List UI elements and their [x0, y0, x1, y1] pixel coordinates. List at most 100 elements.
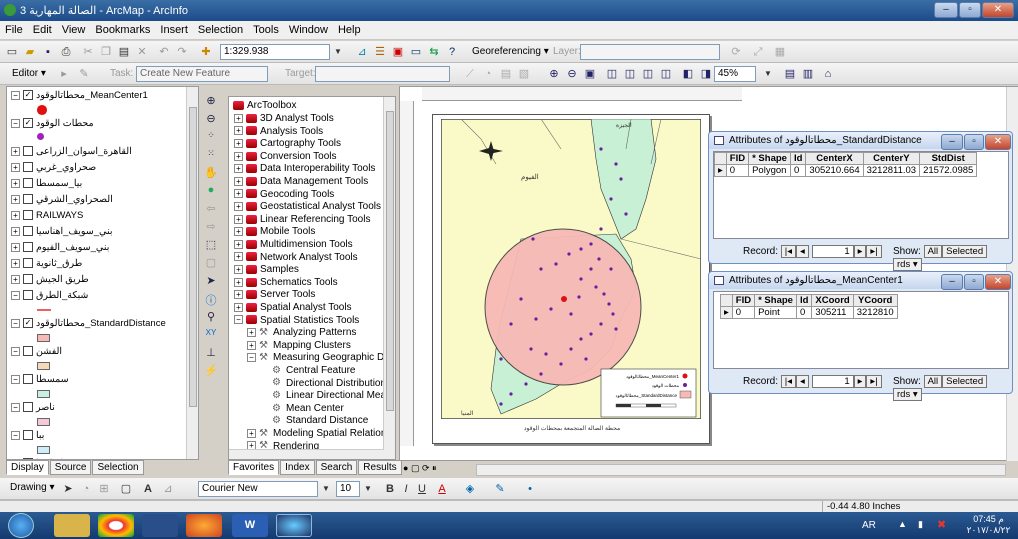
last-record-button[interactable]: ▸| — [866, 245, 882, 258]
scale-dropdown-icon[interactable]: ▼ — [330, 44, 346, 60]
record-number-input[interactable]: 1 — [811, 375, 854, 388]
layer-visibility-checkbox[interactable] — [23, 290, 33, 301]
toolbox-item[interactable]: − ⚒ Measuring Geographic Dist — [247, 352, 394, 365]
toc-scrollbar[interactable] — [186, 87, 198, 459]
toc-layer-row[interactable]: − ✓ محطاتالوقود_MeanCenter1 — [11, 89, 148, 103]
toc-layer-row[interactable]: + القاهرة_اسوان_الزراعى — [11, 145, 132, 159]
toolbox-item[interactable]: + Data Interoperability Tools — [234, 163, 375, 176]
split-tool-icon[interactable]: ⟋ — [462, 66, 478, 82]
edit-vertices-icon[interactable]: ⊿ — [160, 481, 176, 497]
col-id[interactable]: Id — [795, 294, 813, 307]
clear-selection-icon[interactable]: ▢ — [201, 256, 221, 271]
expand-icon[interactable]: + — [234, 113, 243, 123]
layer-visibility-checkbox[interactable] — [23, 346, 33, 357]
show-selected-button[interactable]: Selected — [942, 375, 988, 388]
layer-visibility-checkbox[interactable]: ✓ — [23, 118, 33, 129]
toolbox-item[interactable]: + Geostatistical Analyst Tools — [234, 201, 381, 214]
toc-layer-row[interactable]: + بني_سويف_الفيوم — [11, 241, 109, 255]
show-hidden-icons-icon[interactable]: ▲ — [898, 519, 907, 529]
toc-layer-row[interactable]: − شبكة_الطرق — [11, 289, 88, 303]
expand-icon[interactable]: + — [234, 290, 243, 300]
col-shape[interactable]: * Shape — [748, 152, 791, 165]
find-icon[interactable]: ⚲ — [201, 310, 221, 325]
attributes-mc-close[interactable]: ✕ — [985, 274, 1011, 290]
zoom-whole-page-icon[interactable]: ▣ — [582, 66, 598, 82]
tab-favorites[interactable]: Favorites — [228, 460, 280, 475]
zoom-in-fixed-icon[interactable]: ⊕ — [546, 66, 562, 82]
select-features-icon[interactable]: ⬚ — [201, 238, 221, 253]
expand-icon[interactable]: + — [234, 139, 243, 149]
toolbox-item[interactable]: + Network Analyst Tools — [234, 252, 358, 265]
expand-icon[interactable]: − — [234, 315, 243, 325]
sketch-tool-icon[interactable]: ✎ — [76, 66, 92, 82]
expand-icon[interactable]: + — [11, 274, 20, 284]
expand-icon[interactable]: − — [11, 90, 20, 100]
save-icon[interactable]: ▪ — [40, 44, 56, 60]
action-center-icon[interactable]: ✖ — [937, 518, 946, 531]
arctoolbox-icon[interactable]: ▣ — [390, 44, 406, 60]
arcmap-taskbar-icon[interactable] — [276, 514, 312, 537]
italic-icon[interactable]: I — [398, 481, 414, 497]
previous-record-button[interactable]: ◂ — [796, 245, 809, 258]
word-taskbar-icon[interactable]: W — [232, 514, 268, 537]
toolbox-item[interactable]: ⚙ Linear Directional Mean — [260, 390, 392, 403]
col-ycoord[interactable]: YCoord — [852, 294, 898, 307]
font-size-select[interactable]: 10 — [336, 481, 360, 497]
expand-icon[interactable]: + — [234, 277, 243, 287]
toolbox-item[interactable]: + ⚒ Modeling Spatial Relationsl — [247, 428, 394, 441]
expand-icon[interactable]: + — [11, 162, 20, 172]
explorer-taskbar-icon[interactable] — [54, 514, 90, 537]
task-select[interactable]: Create New Feature — [136, 66, 268, 82]
measure-icon[interactable]: ⊥ — [201, 346, 221, 361]
fill-color-icon[interactable]: ◈ — [462, 481, 478, 497]
expand-icon[interactable]: + — [11, 242, 20, 252]
menu-insert[interactable]: Insert — [155, 21, 193, 36]
open-folder-icon[interactable]: ▰ — [22, 44, 38, 60]
toc-layer-row[interactable]: + طرق_ثانوية — [11, 257, 82, 271]
attributes-sd-minimize[interactable]: – — [941, 134, 963, 150]
toolbox-item[interactable]: + Mobile Tools — [234, 226, 315, 239]
delete-icon[interactable]: ✕ — [134, 44, 150, 60]
sketch-properties-icon[interactable]: ▧ — [516, 66, 532, 82]
expand-icon[interactable]: + — [234, 239, 243, 249]
toc-layer-row[interactable]: − ببا — [11, 429, 44, 443]
back-icon[interactable]: ⇦ — [201, 202, 221, 217]
layer-visibility-checkbox[interactable]: ✓ — [23, 90, 33, 101]
menu-help[interactable]: Help — [333, 21, 366, 36]
expand-icon[interactable]: − — [11, 346, 20, 356]
toolbox-item[interactable]: + ⚒ Analyzing Patterns — [247, 327, 356, 340]
toolbox-item[interactable]: ⚙ Directional Distribution — [260, 378, 386, 391]
layer-visibility-checkbox[interactable] — [23, 430, 33, 441]
toc-layer-row[interactable]: + RAILWAYS — [11, 209, 83, 223]
expand-icon[interactable]: + — [234, 265, 243, 275]
layer-visibility-checkbox[interactable] — [23, 242, 33, 253]
zoom-to-selected-icon[interactable]: ⊞ — [96, 481, 112, 497]
minimize-button[interactable]: – — [934, 2, 958, 18]
show-selected-button[interactable]: Selected — [942, 245, 988, 258]
toolbox-item[interactable]: + Server Tools — [234, 289, 315, 302]
view-link-table-icon[interactable]: ▦ — [772, 44, 788, 60]
col-shape[interactable]: * Shape — [754, 294, 797, 307]
expand-icon[interactable]: + — [11, 226, 20, 236]
drawing-menu[interactable]: Drawing ▾ — [10, 482, 54, 493]
attributes-icon[interactable]: ▤ — [498, 66, 514, 82]
undo-icon[interactable]: ↶ — [156, 44, 172, 60]
map-scale-input[interactable]: 1:329.938 — [220, 44, 330, 60]
show-all-button[interactable]: All — [923, 375, 943, 388]
line-color-icon[interactable]: ✎ — [492, 481, 508, 497]
pan-icon[interactable]: ✋ — [201, 166, 221, 181]
pause-drawing-icon[interactable]: ⏸ — [432, 463, 437, 473]
col-fid[interactable]: FID — [731, 294, 756, 307]
show-all-button[interactable]: All — [923, 245, 943, 258]
expand-icon[interactable]: + — [247, 328, 256, 338]
toolbox-item[interactable]: + Linear Referencing Tools — [234, 214, 370, 227]
toolbox-item[interactable]: ⚙ Central Feature — [260, 365, 355, 378]
media-player-taskbar-icon[interactable] — [142, 514, 178, 537]
col-fid[interactable]: FID — [725, 152, 750, 165]
layer-visibility-checkbox[interactable] — [23, 178, 33, 189]
expand-icon[interactable]: + — [234, 164, 243, 174]
attributes-mc-minimize[interactable]: – — [941, 274, 963, 290]
zoom-100-icon[interactable]: ◫ — [658, 66, 674, 82]
expand-icon[interactable]: + — [234, 126, 243, 136]
menu-bookmarks[interactable]: Bookmarks — [90, 21, 155, 36]
